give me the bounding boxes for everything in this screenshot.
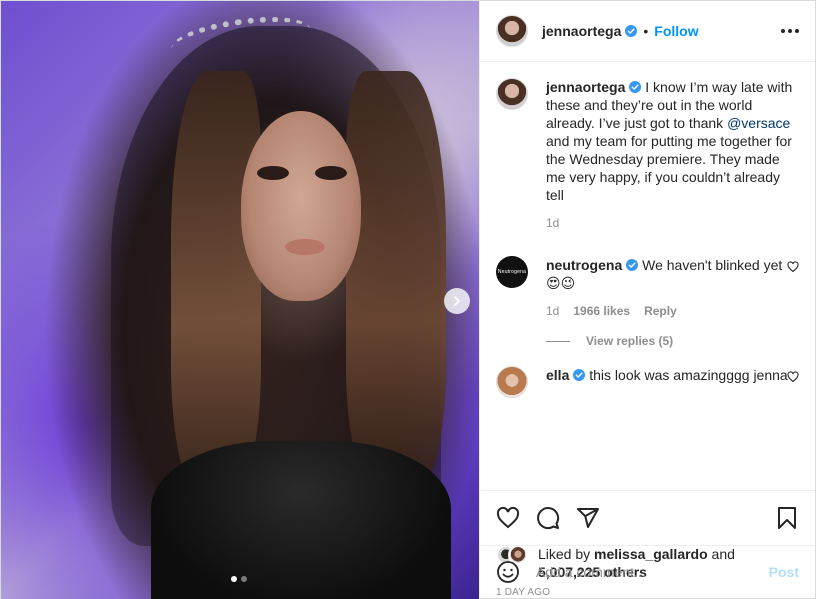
comment-username[interactable]: neutrogena (546, 257, 622, 273)
photo-lips (285, 239, 325, 255)
photo-dress (151, 441, 451, 599)
more-options-button[interactable] (781, 29, 799, 33)
comment-avatar-ella[interactable] (496, 366, 528, 398)
verified-badge-icon (625, 25, 638, 37)
comment-item: ella this look was amazingggg jenna (496, 366, 799, 398)
author-username[interactable]: jennaortega (542, 23, 621, 39)
reply-button[interactable]: Reply (644, 302, 677, 320)
post-side-panel: jennaortega • Follow jennaortega I know … (479, 1, 815, 598)
post-comment-button[interactable]: Post (769, 564, 799, 580)
comment-button[interactable] (536, 506, 560, 530)
view-replies-button[interactable]: View replies (5) (546, 334, 799, 348)
save-button[interactable] (775, 506, 799, 530)
photo-eye-left (257, 166, 289, 180)
comment-time[interactable]: 1d (546, 302, 559, 320)
caption-avatar[interactable] (496, 78, 528, 110)
caption-text-after: and my team for putting me together for … (546, 133, 792, 203)
comment-meta: 1d 1966 likes Reply (546, 302, 799, 320)
caption-body: jennaortega I know I’m way late with the… (546, 78, 799, 232)
like-button[interactable] (496, 506, 520, 530)
avatar-logo-text: Neutrogena (497, 269, 527, 275)
photo-hair-left (171, 71, 261, 491)
carousel-indicator (231, 576, 247, 582)
comment-text: this look was amazingggg jenna (585, 367, 788, 383)
carousel-next-button[interactable] (444, 288, 470, 314)
heart-icon (496, 506, 520, 529)
more-horizontal-icon (781, 29, 785, 33)
comment-username[interactable]: ella (546, 367, 569, 383)
post-header: jennaortega • Follow (480, 1, 815, 62)
verified-badge-icon (626, 259, 639, 271)
comment-body: ella this look was amazingggg jenna (546, 366, 799, 398)
more-dot (788, 29, 792, 33)
comment-body: neutrogena We haven't blinked yet 😍😉 1d … (546, 256, 799, 320)
post-dialog: jennaortega • Follow jennaortega I know … (0, 0, 816, 599)
smiley-icon[interactable] (496, 560, 520, 584)
caption-meta: 1d (546, 214, 799, 232)
replies-line (546, 340, 570, 342)
add-comment-bar: Post (480, 545, 815, 598)
photo-face (241, 111, 361, 301)
photo-hair-right (346, 71, 446, 491)
view-replies-label: View replies (5) (586, 334, 674, 348)
comment-item: Neutrogena neutrogena We haven't blinked… (496, 256, 799, 320)
mention-link[interactable]: @versace (727, 115, 790, 131)
verified-badge-icon (573, 369, 586, 381)
comment-like-heart-icon[interactable] (787, 371, 799, 383)
verified-badge-icon (629, 81, 642, 93)
more-dot (795, 29, 799, 33)
comments-list[interactable]: jennaortega I know I’m way late with the… (480, 62, 815, 490)
send-icon (577, 508, 599, 528)
comment-likes[interactable]: 1966 likes (573, 302, 630, 320)
post-photo[interactable] (1, 1, 479, 599)
caption-username[interactable]: jennaortega (546, 79, 625, 95)
caption-time[interactable]: 1d (546, 214, 559, 232)
add-comment-input[interactable] (536, 564, 769, 580)
comment-avatar-neutrogena[interactable]: Neutrogena (496, 256, 528, 288)
post-actions (480, 490, 815, 545)
bookmark-icon (778, 507, 796, 529)
caption: jennaortega I know I’m way late with the… (496, 78, 799, 232)
follow-button[interactable]: Follow (654, 23, 698, 39)
photo-eye-right (315, 166, 347, 180)
comment-icon (537, 507, 560, 530)
share-button[interactable] (576, 506, 600, 530)
chevron-right-icon (454, 296, 460, 306)
author-avatar[interactable] (496, 15, 528, 47)
carousel-dot-active (231, 576, 237, 582)
header-separator: • (643, 23, 649, 39)
carousel-dot (241, 576, 247, 582)
comment-like-heart-icon[interactable] (787, 261, 799, 273)
